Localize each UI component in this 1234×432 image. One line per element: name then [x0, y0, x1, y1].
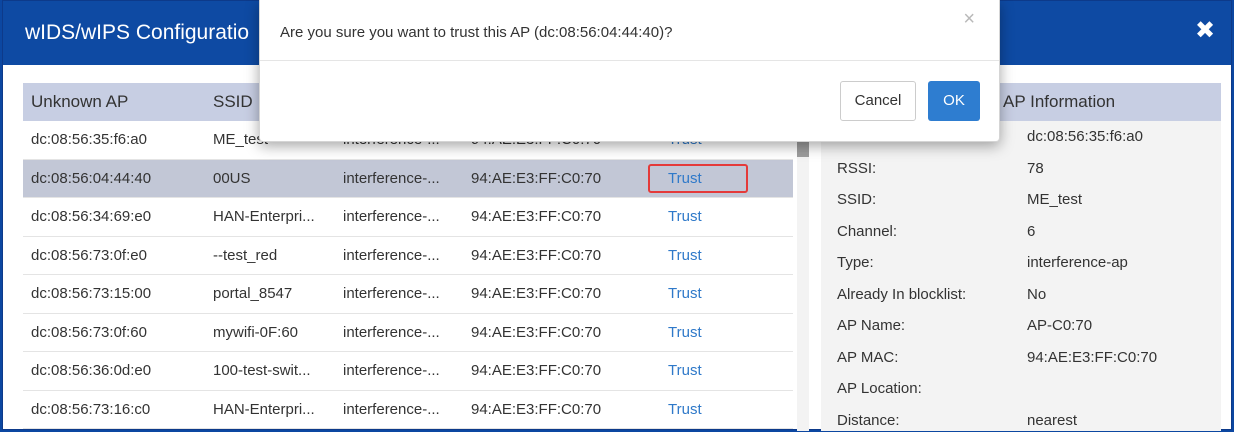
cell-ap-mac: 94:AE:E3:FF:C0:70 — [471, 400, 602, 418]
cell-unknown-ap: dc:08:56:73:16:c0 — [31, 400, 151, 418]
table-row[interactable]: dc:08:56:73:0f:e0 --test_red interferenc… — [23, 237, 793, 275]
cell-unknown-ap: dc:08:56:35:f6:a0 — [31, 131, 147, 149]
info-label: RSSI: — [837, 159, 877, 177]
cell-type: interference-... — [343, 208, 440, 226]
cell-unknown-ap: dc:08:56:34:69:e0 — [31, 208, 152, 226]
info-row: Already In blocklist: No — [821, 279, 1221, 311]
dialog-divider — [260, 60, 999, 61]
table-row[interactable]: dc:08:56:73:16:c0 HAN-Enterpri... interf… — [23, 391, 793, 429]
info-row: Type: interference-ap — [821, 247, 1221, 279]
info-label: Already In blocklist: — [837, 285, 967, 303]
info-row: AP Name: AP-C0:70 — [821, 310, 1221, 342]
info-value: 94:AE:E3:FF:C0:70 — [1027, 348, 1158, 366]
info-value: No — [1027, 285, 1047, 303]
cell-ssid: mywifi-0F:60 — [213, 323, 299, 341]
cell-ap-mac: 94:AE:E3:FF:C0:70 — [471, 323, 602, 341]
cell-ap-mac: 94:AE:E3:FF:C0:70 — [471, 285, 602, 303]
cell-ap-mac: 94:AE:E3:FF:C0:70 — [471, 246, 602, 264]
column-header-unknown-ap[interactable]: Unknown AP — [23, 92, 213, 112]
cell-unknown-ap: dc:08:56:73:15:00 — [31, 285, 152, 303]
info-row: AP MAC: 94:AE:E3:FF:C0:70 — [821, 342, 1221, 374]
trust-link[interactable]: Trust — [668, 247, 702, 264]
trust-link[interactable]: Trust — [668, 362, 702, 379]
confirm-message: Are you sure you want to trust this AP (… — [280, 24, 673, 41]
cell-ap-mac: 94:AE:E3:FF:C0:70 — [471, 208, 602, 226]
trust-link[interactable]: Trust — [668, 324, 702, 341]
table-row[interactable]: dc:08:56:36:0d:e0 100-test-swit... inter… — [23, 352, 793, 391]
trust-link[interactable]: Trust — [668, 401, 702, 418]
trust-confirm-dialog: Are you sure you want to trust this AP (… — [259, 0, 1000, 142]
trust-link[interactable]: Trust — [668, 285, 702, 302]
info-label: Distance: — [837, 411, 900, 429]
info-label: AP Name: — [837, 317, 906, 334]
cancel-button[interactable]: Cancel — [840, 81, 916, 121]
cell-ssid: HAN-Enterpri... — [213, 208, 315, 226]
info-label: AP MAC: — [837, 348, 899, 366]
info-row: Channel: 6 — [821, 216, 1221, 248]
cell-type: interference-... — [343, 285, 440, 303]
cell-ssid: portal_8547 — [213, 285, 293, 303]
table-row[interactable]: dc:08:56:73:15:00 portal_8547 interferen… — [23, 275, 793, 314]
cell-type: interference-... — [343, 169, 440, 187]
close-icon[interactable]: × — [963, 8, 975, 31]
table-scrollbar[interactable] — [797, 121, 809, 431]
cell-type: interference-... — [343, 400, 440, 418]
info-value: dc:08:56:35:f6:a0 — [1027, 128, 1143, 145]
info-row: RSSI: 78 — [821, 153, 1221, 185]
info-value: ME_test — [1027, 191, 1083, 208]
info-value: 78 — [1027, 159, 1044, 177]
cell-ssid: 100-test-swit... — [213, 362, 311, 380]
cell-type: interference-... — [343, 362, 440, 380]
info-label: Type: — [837, 254, 874, 271]
table-row-selected[interactable]: dc:08:56:04:44:40 00US interference-... … — [23, 159, 793, 198]
info-value: nearest — [1027, 411, 1078, 429]
info-row: Distance: nearest — [821, 405, 1221, 432]
trust-link-highlighted[interactable]: Trust — [648, 163, 748, 193]
info-label: SSID: — [837, 191, 877, 208]
ok-button[interactable]: OK — [928, 81, 980, 121]
table-row[interactable]: dc:08:56:73:0f:60 mywifi-0F:60 interfere… — [23, 314, 793, 352]
info-row: AP Location: — [821, 373, 1221, 405]
cell-type: interference-... — [343, 246, 440, 264]
cell-unknown-ap: dc:08:56:73:0f:60 — [31, 323, 147, 341]
info-label: AP Location: — [837, 380, 922, 397]
info-label: Channel: — [837, 222, 898, 240]
info-value: 6 — [1027, 222, 1036, 240]
close-icon[interactable]: ✖ — [1191, 17, 1219, 45]
cell-ssid: 00US — [213, 169, 251, 187]
cell-ap-mac: 94:AE:E3:FF:C0:70 — [471, 169, 602, 187]
cell-type: interference-... — [343, 323, 440, 341]
cell-ssid: HAN-Enterpri... — [213, 400, 315, 418]
cell-unknown-ap: dc:08:56:36:0d:e0 — [31, 362, 152, 380]
cell-ap-mac: 94:AE:E3:FF:C0:70 — [471, 362, 602, 380]
cell-ssid: --test_red — [213, 246, 278, 264]
info-row: SSID: ME_test — [821, 184, 1221, 216]
trust-link[interactable]: Trust — [668, 208, 702, 225]
window-title: wIDS/wIPS Configuratio — [25, 21, 250, 44]
cell-unknown-ap: dc:08:56:04:44:40 — [31, 169, 152, 187]
table-row[interactable]: dc:08:56:34:69:e0 HAN-Enterpri... interf… — [23, 198, 793, 237]
info-value: interference-ap — [1027, 254, 1128, 271]
cell-unknown-ap: dc:08:56:73:0f:e0 — [31, 246, 147, 264]
info-value: AP-C0:70 — [1027, 317, 1093, 334]
